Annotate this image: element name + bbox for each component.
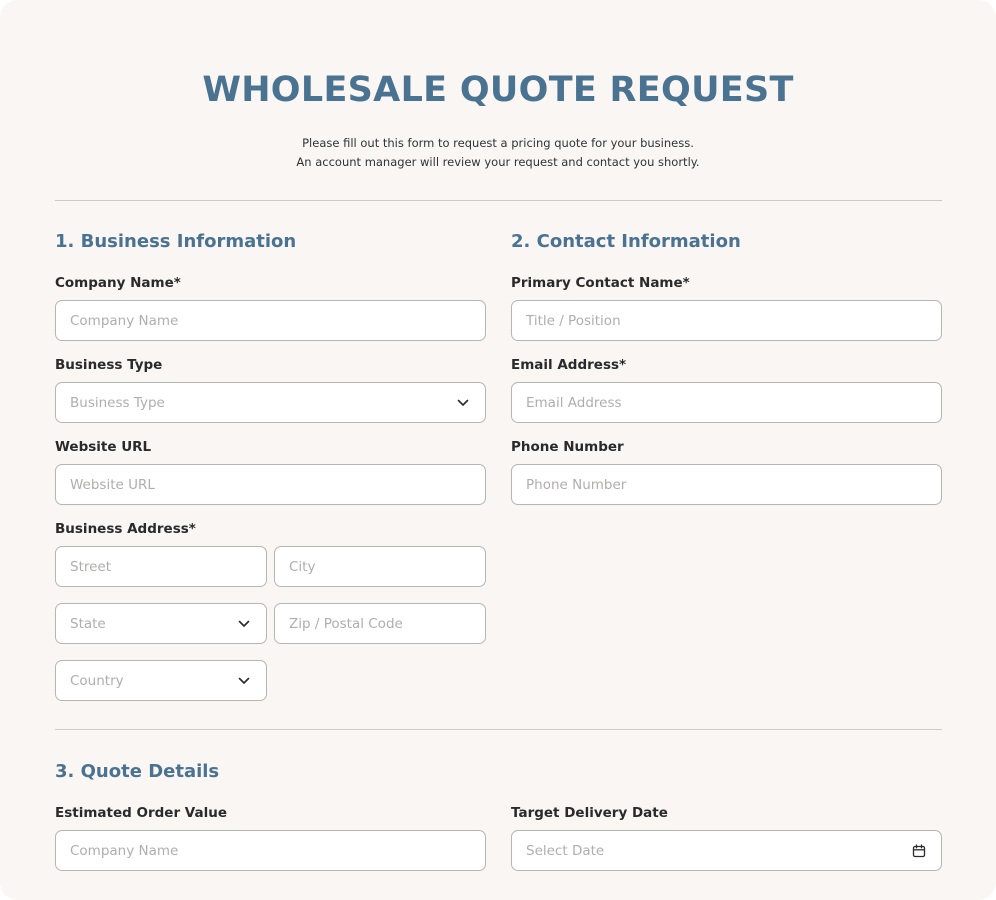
street-placeholder: Street bbox=[70, 558, 112, 575]
intro-text-line-1: Please fill out this form to request a p… bbox=[302, 136, 694, 150]
email-placeholder: Email Address bbox=[526, 394, 622, 411]
email-label: Email Address* bbox=[511, 357, 627, 373]
phone-placeholder: Phone Number bbox=[526, 476, 627, 493]
business-type-select[interactable]: Business Type bbox=[55, 382, 486, 423]
delivery-date-placeholder: Select Date bbox=[526, 842, 605, 859]
business-address-label: Business Address* bbox=[55, 521, 196, 537]
city-input[interactable]: City bbox=[274, 546, 486, 587]
business-type-label: Business Type bbox=[55, 357, 163, 373]
website-url-label: Website URL bbox=[55, 439, 152, 455]
company-name-label: Company Name* bbox=[55, 275, 181, 291]
section-title-contact: 2. Contact Information bbox=[511, 231, 741, 252]
zip-placeholder: Zip / Postal Code bbox=[289, 615, 403, 632]
country-placeholder: Country bbox=[70, 672, 124, 689]
primary-contact-input[interactable]: Title / Position bbox=[511, 300, 942, 341]
order-value-placeholder: Company Name bbox=[70, 842, 179, 859]
company-name-placeholder: Company Name bbox=[70, 312, 179, 329]
section-title-quote: 3. Quote Details bbox=[55, 761, 220, 782]
form-card: WHOLESALE QUOTE REQUEST Please fill out … bbox=[0, 0, 996, 900]
street-input[interactable]: Street bbox=[55, 546, 267, 587]
section-title-business: 1. Business Information bbox=[55, 231, 297, 252]
state-select[interactable]: State bbox=[55, 603, 267, 644]
section-divider bbox=[55, 729, 942, 730]
website-url-input[interactable]: Website URL bbox=[55, 464, 486, 505]
chevron-down-icon bbox=[236, 616, 252, 632]
chevron-down-icon bbox=[236, 673, 252, 689]
phone-input[interactable]: Phone Number bbox=[511, 464, 942, 505]
chevron-down-icon bbox=[455, 395, 471, 411]
intro-text-line-2: An account manager will review your requ… bbox=[296, 155, 700, 169]
company-name-input[interactable]: Company Name bbox=[55, 300, 486, 341]
page-title: WHOLESALE QUOTE REQUEST bbox=[202, 70, 794, 110]
delivery-date-label: Target Delivery Date bbox=[511, 805, 668, 821]
delivery-date-input[interactable]: Select Date bbox=[511, 830, 942, 871]
order-value-input[interactable]: Company Name bbox=[55, 830, 486, 871]
city-placeholder: City bbox=[289, 558, 316, 575]
phone-label: Phone Number bbox=[511, 439, 624, 455]
state-placeholder: State bbox=[70, 615, 106, 632]
primary-contact-placeholder: Title / Position bbox=[526, 312, 621, 329]
email-input[interactable]: Email Address bbox=[511, 382, 942, 423]
calendar-icon[interactable] bbox=[911, 843, 927, 859]
country-select[interactable]: Country bbox=[55, 660, 267, 701]
header-divider bbox=[55, 200, 942, 201]
business-type-placeholder: Business Type bbox=[70, 394, 165, 411]
website-url-placeholder: Website URL bbox=[70, 476, 155, 493]
order-value-label: Estimated Order Value bbox=[55, 805, 228, 821]
zip-input[interactable]: Zip / Postal Code bbox=[274, 603, 486, 644]
primary-contact-label: Primary Contact Name* bbox=[511, 275, 690, 291]
